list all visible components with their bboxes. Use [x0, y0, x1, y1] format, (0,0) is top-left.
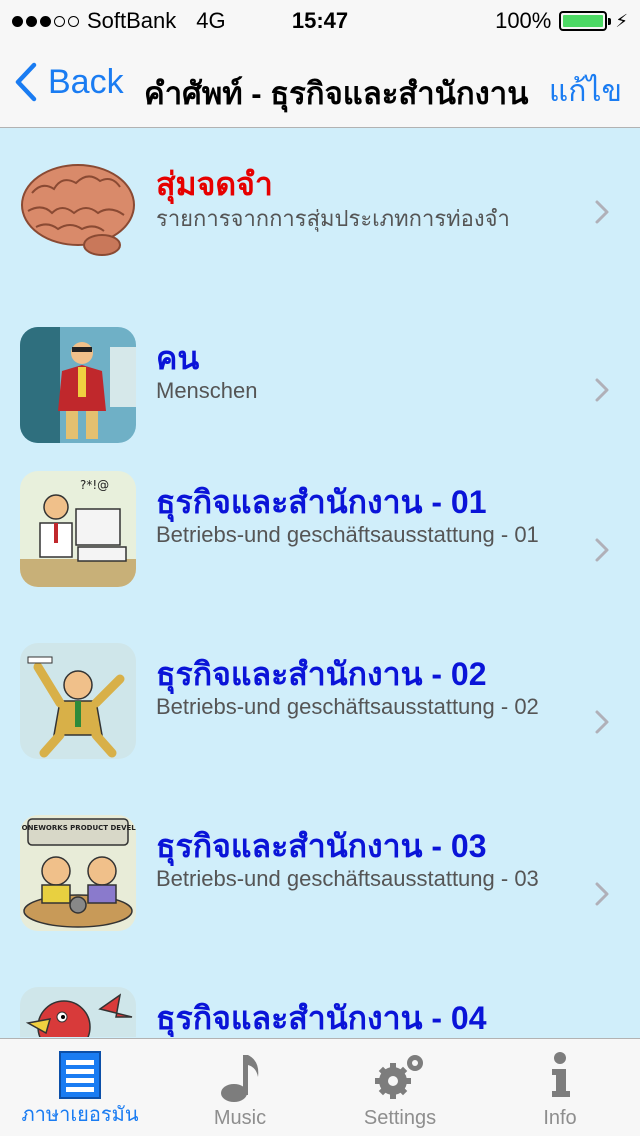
- chevron-left-icon: [15, 62, 37, 102]
- computer-worker-icon: ?*!@: [20, 471, 136, 587]
- svg-text:?*!@: ?*!@: [80, 478, 109, 492]
- list-item-random-memorize[interactable]: สุ่มจดจำ รายการจากการสุ่มประเภทการท่องจำ: [0, 129, 640, 299]
- list-item-business-03[interactable]: ACME STONEWORKS PRODUCT DEVELOPMENT ธุรก…: [0, 813, 640, 963]
- list-item-people[interactable]: คน Menschen: [0, 325, 640, 445]
- status-right: 100% ⚡: [495, 8, 628, 34]
- row-title: ธุรกิจและสำนักงาน - 04: [156, 1000, 487, 1036]
- tab-label: Settings: [363, 1107, 437, 1129]
- tab-label: ภาษาเยอรมัน: [21, 1104, 139, 1126]
- chevron-right-icon: [595, 378, 609, 402]
- bird-icon: [20, 987, 136, 1037]
- status-bar: SoftBank 4G 15:47 100% ⚡: [0, 0, 640, 40]
- row-subtitle: Menschen: [156, 378, 258, 403]
- chevron-right-icon: [595, 200, 609, 224]
- info-icon: [552, 1052, 570, 1097]
- row-title: สุ่มจดจำ: [156, 166, 273, 202]
- list-item-business-01[interactable]: ?*!@ ธุรกิจและสำนักงาน - 01 Betriebs-und…: [0, 469, 640, 619]
- chevron-right-icon: [595, 882, 609, 906]
- edit-button[interactable]: แก้ไข: [549, 68, 622, 115]
- cavemen-sign-icon: ACME STONEWORKS PRODUCT DEVELOPMENT: [20, 815, 136, 931]
- row-subtitle: รายการจากการสุ่มประเภทการท่องจำ: [156, 206, 510, 231]
- list-icon: [59, 1051, 101, 1099]
- back-button[interactable]: Back: [14, 62, 124, 102]
- back-label: Back: [48, 62, 124, 101]
- charging-icon: ⚡: [615, 10, 628, 31]
- tab-settings[interactable]: Settings: [320, 1039, 480, 1136]
- tab-info[interactable]: Info: [480, 1039, 640, 1136]
- tab-german[interactable]: ภาษาเยอรมัน: [0, 1039, 160, 1136]
- row-subtitle: Betriebs-und geschäftsausstattung - 01: [156, 522, 539, 547]
- list-item-business-02[interactable]: ธุรกิจและสำนักงาน - 02 Betriebs-und gesc…: [0, 641, 640, 791]
- row-subtitle: Betriebs-und geschäftsausstattung - 03: [156, 866, 539, 891]
- battery-icon: [559, 11, 612, 31]
- tab-bar: ภาษาเยอรมัน Music Settings Info: [0, 1038, 640, 1136]
- battery-percent: 100%: [495, 8, 552, 33]
- music-note-icon: [221, 1055, 259, 1102]
- businessman-icon: [20, 327, 136, 443]
- gears-icon: [375, 1055, 423, 1099]
- list-item-business-04[interactable]: ธุรกิจและสำนักงาน - 04: [0, 985, 640, 1037]
- tab-music[interactable]: Music: [160, 1039, 320, 1136]
- category-list: สุ่มจดจำ รายการจากการสุ่มประเภทการท่องจำ…: [0, 129, 640, 1037]
- tab-label: Music: [213, 1107, 267, 1129]
- tab-label: Info: [543, 1107, 577, 1129]
- chevron-right-icon: [595, 710, 609, 734]
- navigation-bar: Back คำศัพท์ - ธุรกิจและสำนักงาน แก้ไข: [0, 40, 640, 128]
- row-subtitle: Betriebs-und geschäftsausstattung - 02: [156, 694, 539, 719]
- brain-icon: [20, 153, 136, 269]
- sign-text: ACME STONEWORKS PRODUCT DEVELOPMENT: [20, 824, 136, 832]
- cheering-man-icon: [20, 643, 136, 759]
- page-title: คำศัพท์ - ธุรกิจและสำนักงาน: [144, 76, 529, 111]
- chevron-right-icon: [595, 538, 609, 562]
